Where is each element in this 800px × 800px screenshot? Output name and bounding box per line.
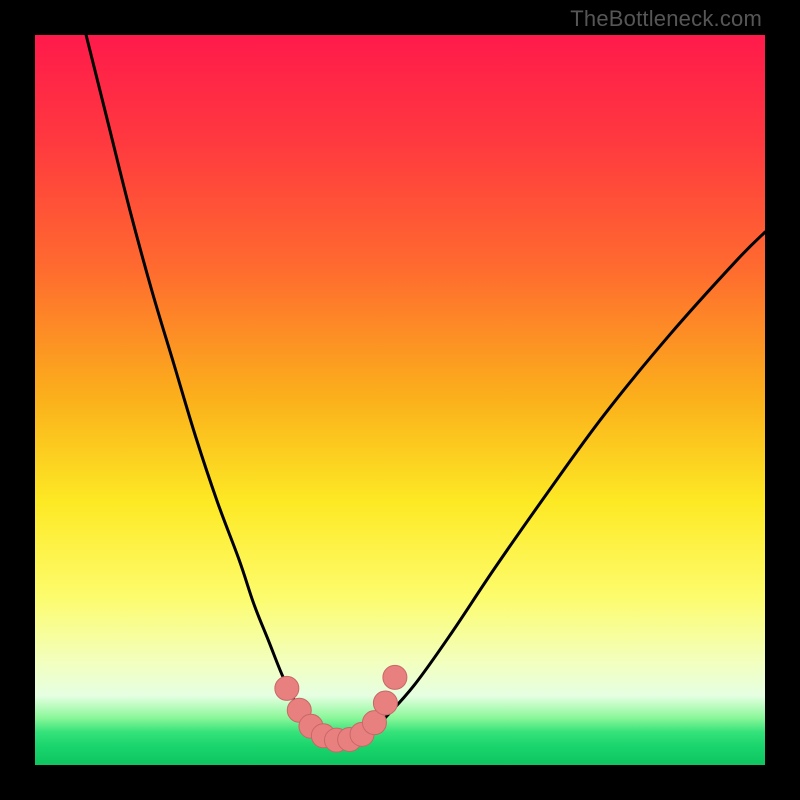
watermark-text: TheBottleneck.com <box>570 6 762 32</box>
highlight-dot <box>383 665 407 689</box>
highlight-dot <box>373 691 397 715</box>
plot-area <box>35 35 765 765</box>
highlight-dots <box>275 665 407 752</box>
bottleneck-curve-path <box>86 35 765 742</box>
outer-frame: TheBottleneck.com <box>0 0 800 800</box>
highlight-dot <box>275 676 299 700</box>
bottleneck-curve <box>35 35 765 765</box>
